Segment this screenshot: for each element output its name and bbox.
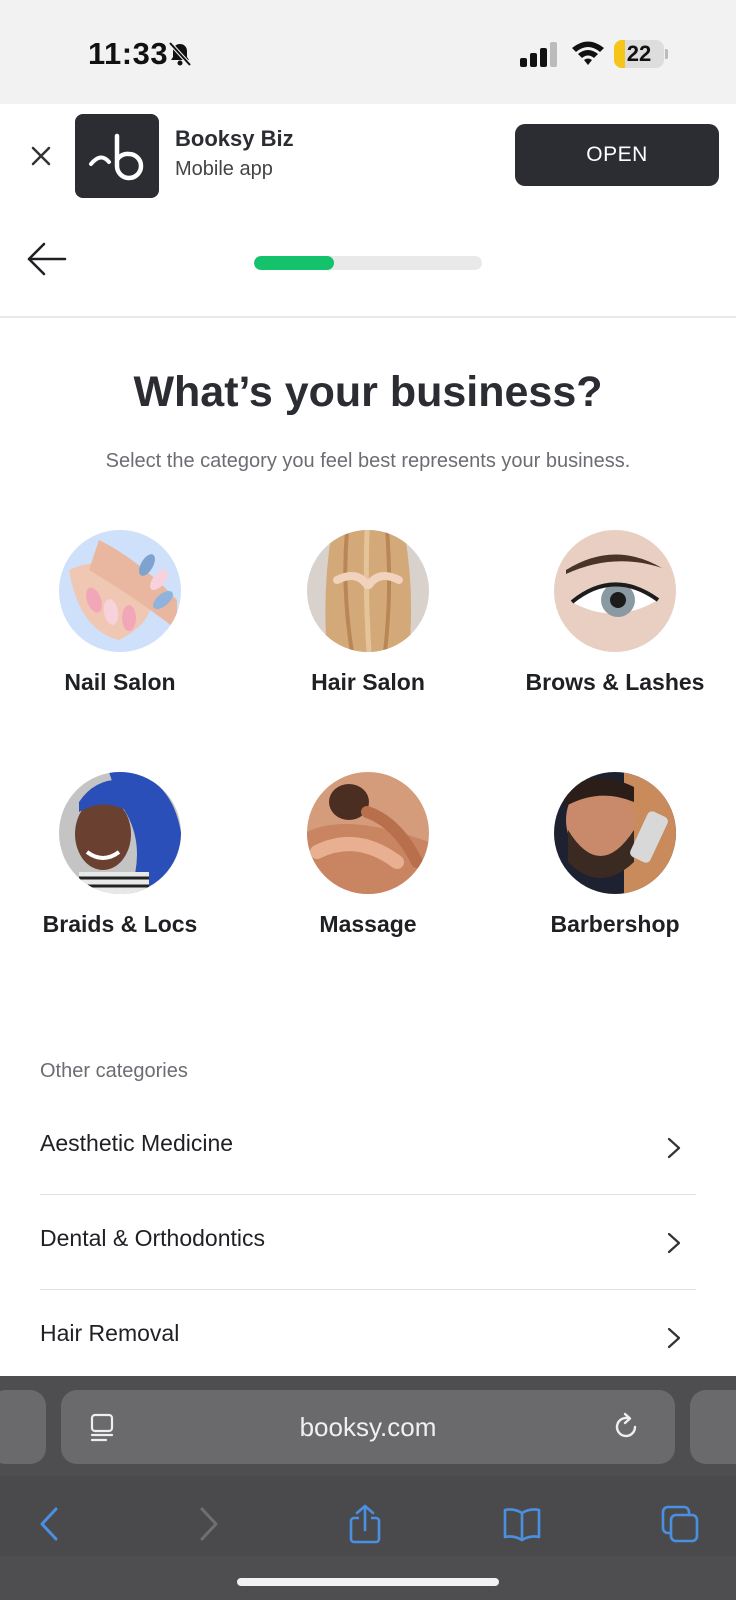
app-name: Booksy Biz: [175, 126, 294, 151]
share-icon[interactable]: [345, 1504, 385, 1544]
booksy-logo-icon: [75, 114, 159, 198]
battery-level: 22: [626, 41, 652, 66]
browser-toolbar: [0, 1476, 736, 1556]
list-item-label: Hair Removal: [40, 1320, 180, 1346]
nail-salon-photo: [59, 530, 181, 652]
category-braids-locs[interactable]: Braids & Locs: [10, 772, 230, 941]
category-brows-lashes[interactable]: Brows & Lashes: [505, 530, 725, 699]
progress-fill: [254, 256, 334, 270]
close-icon[interactable]: [26, 141, 56, 171]
next-tab-peek[interactable]: [690, 1390, 736, 1464]
category-barbershop[interactable]: Barbershop: [505, 772, 725, 941]
category-label: Barbershop: [550, 911, 680, 937]
category-label: Nail Salon: [64, 669, 176, 695]
list-item-aesthetic-medicine[interactable]: Aesthetic Medicine: [40, 1100, 696, 1195]
page-title: What’s your business?: [133, 368, 603, 416]
battery-icon: 22: [614, 40, 668, 68]
category-massage[interactable]: Massage: [258, 772, 478, 941]
status-bar: 11:33 22: [0, 0, 736, 104]
category-hair-salon[interactable]: Hair Salon: [258, 530, 478, 699]
app-subtitle: Mobile app: [175, 158, 273, 180]
barbershop-photo: [554, 772, 676, 894]
hair-salon-photo: [307, 530, 429, 652]
category-label: Braids & Locs: [42, 911, 198, 937]
open-app-button[interactable]: OPEN: [515, 124, 719, 186]
smart-app-banner: Booksy Biz Mobile app OPEN: [0, 104, 736, 210]
chevron-right-icon: [667, 1327, 681, 1349]
category-label: Hair Salon: [311, 669, 425, 695]
brows-lashes-photo: [554, 530, 676, 652]
forward-icon[interactable]: [188, 1504, 228, 1544]
progress-bar: [254, 256, 482, 270]
chevron-right-icon: [667, 1137, 681, 1159]
previous-tab-peek[interactable]: [0, 1390, 46, 1464]
massage-photo: [307, 772, 429, 894]
page-subtitle: Select the category you feel best repres…: [105, 450, 631, 472]
list-item-hair-removal[interactable]: Hair Removal: [40, 1290, 696, 1385]
progress-header: [0, 210, 736, 318]
tabs-icon[interactable]: [660, 1504, 700, 1544]
category-nail-salon[interactable]: Nail Salon: [10, 530, 230, 699]
signal-icon: [520, 42, 557, 67]
list-item-label: Aesthetic Medicine: [40, 1130, 234, 1156]
back-icon[interactable]: [30, 1504, 70, 1544]
braids-locs-photo: [59, 772, 181, 894]
back-arrow-icon[interactable]: [26, 240, 68, 278]
list-item-label: Dental & Orthodontics: [40, 1225, 266, 1251]
reload-icon[interactable]: [611, 1412, 641, 1442]
bell-slash-icon: [168, 41, 192, 67]
browser-bottom-bar: booksy.com: [0, 1376, 736, 1600]
other-categories-list: Aesthetic Medicine Dental & Orthodontics…: [40, 1100, 696, 1385]
wifi-icon: [572, 41, 604, 65]
category-label: Massage: [319, 911, 417, 937]
status-time: 11:33: [88, 36, 169, 71]
list-item-dental-orthodontics[interactable]: Dental & Orthodontics: [40, 1195, 696, 1290]
other-categories-heading: Other categories: [40, 1060, 188, 1082]
address-bar[interactable]: booksy.com: [61, 1390, 675, 1464]
url-text: booksy.com: [299, 1412, 437, 1442]
category-label: Brows & Lashes: [525, 669, 705, 695]
bookmarks-icon[interactable]: [502, 1504, 542, 1544]
home-indicator[interactable]: [237, 1578, 499, 1586]
chevron-right-icon: [667, 1232, 681, 1254]
